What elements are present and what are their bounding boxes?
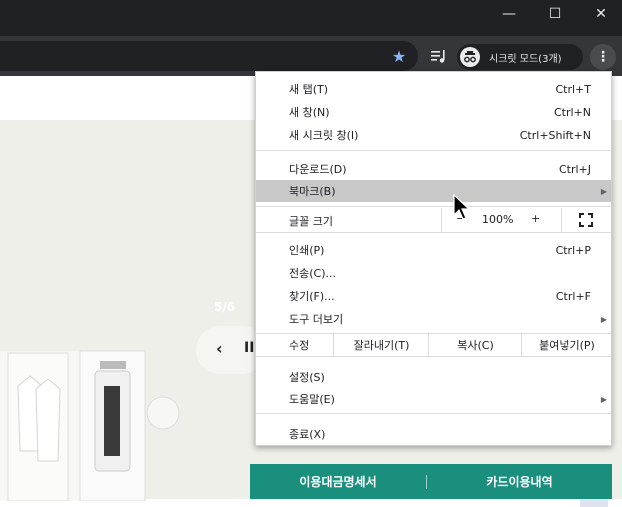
menu-item-downloads[interactable]: 다운로드(D) Ctrl+J (256, 158, 611, 180)
minimize-button[interactable]: — (486, 0, 532, 28)
title-bar: — ☐ ✕ (0, 0, 622, 36)
print-label: 인쇄(P) (289, 244, 325, 257)
slide-counter: 5/6 (214, 300, 236, 314)
edit-label: 수정 (289, 339, 310, 352)
menu-divider (256, 150, 611, 151)
card-usage-button[interactable]: 카드이용내역 (427, 473, 612, 490)
more-menu-icon[interactable]: ⋮ (590, 44, 616, 70)
cast-label: 전송(C)... (289, 267, 336, 280)
submenu-arrow-icon: ▶ (600, 186, 607, 196)
menu-item-bookmarks[interactable]: 북마크(B) ▶ (256, 180, 611, 202)
bookmarks-label: 북마크(B) (289, 185, 336, 198)
find-shortcut: Ctrl+F (555, 289, 591, 303)
find-label: 찾기(F)... (289, 290, 335, 303)
submenu-arrow-icon: ▶ (600, 394, 607, 404)
previous-slide-button[interactable]: ‹ (216, 339, 223, 358)
browser-main-menu: 새 탭(T) Ctrl+T 새 창(N) Ctrl+N 새 시크릿 창(I) C… (255, 71, 612, 446)
maximize-button[interactable]: ☐ (532, 0, 578, 28)
menu-divider (256, 356, 611, 357)
menu-item-new-incognito[interactable]: 새 시크릿 창(I) Ctrl+Shift+N (256, 124, 611, 146)
submenu-arrow-icon: ▶ (600, 314, 607, 324)
close-window-button[interactable]: ✕ (578, 0, 622, 28)
copy-button[interactable]: 복사(C) (428, 334, 522, 356)
new-window-label: 새 창(N) (289, 106, 330, 119)
new-incognito-shortcut: Ctrl+Shift+N (519, 128, 591, 142)
fullscreen-icon (579, 213, 593, 227)
incognito-label: 시크릿 모드(3개) (489, 53, 562, 65)
card-service-bar: 이용대금명세서 카드이용내역 (250, 464, 612, 499)
incognito-icon (460, 47, 480, 67)
star-icon[interactable]: ★ (389, 46, 409, 66)
zoom-level: 100% (482, 213, 514, 226)
menu-item-more-tools[interactable]: 도구 더보기 ▶ (256, 308, 611, 330)
menu-item-new-tab[interactable]: 새 탭(T) Ctrl+T (256, 78, 611, 100)
menu-item-help[interactable]: 도움말(E) ▶ (256, 388, 611, 410)
help-label: 도움말(E) (289, 393, 335, 406)
menu-divider (256, 206, 611, 207)
menu-divider (256, 232, 611, 233)
mouse-cursor-icon (453, 193, 471, 220)
settings-label: 설정(S) (289, 371, 325, 384)
menu-divider (256, 413, 611, 414)
fullscreen-button[interactable] (561, 208, 612, 232)
more-tools-label: 도구 더보기 (289, 313, 344, 326)
pause-slide-button[interactable]: II (244, 340, 254, 356)
menu-item-settings[interactable]: 설정(S) (256, 366, 611, 388)
exit-label: 종료(X) (289, 428, 326, 441)
bubble-decoration (146, 396, 180, 430)
address-bar[interactable] (0, 41, 418, 71)
menu-item-cast[interactable]: 전송(C)... (256, 262, 611, 284)
menu-item-find[interactable]: 찾기(F)... Ctrl+F (256, 285, 611, 307)
menu-item-exit[interactable]: 종료(X) (256, 423, 611, 445)
zoom-label: 글꼴 크기 (289, 215, 333, 228)
downloads-shortcut: Ctrl+J (558, 162, 591, 176)
billing-statement-button[interactable]: 이용대금명세서 (250, 473, 426, 490)
incognito-indicator[interactable]: 시크릿 모드(3개) (457, 44, 583, 70)
downloads-label: 다운로드(D) (289, 163, 347, 176)
new-tab-label: 새 탭(T) (289, 83, 329, 96)
clothing-care-appliance-image (0, 331, 150, 502)
menu-item-print[interactable]: 인쇄(P) Ctrl+P (256, 239, 611, 261)
media-control-icon[interactable] (429, 46, 449, 66)
zoom-in-button[interactable]: + (531, 212, 540, 225)
new-incognito-label: 새 시크릿 창(I) (289, 129, 359, 142)
print-shortcut: Ctrl+P (555, 243, 591, 257)
cut-button[interactable]: 잘라내기(T) (333, 334, 429, 356)
paste-button[interactable]: 붙여넣기(P) (521, 334, 612, 356)
menu-item-new-window[interactable]: 새 창(N) Ctrl+N (256, 101, 611, 123)
new-window-shortcut: Ctrl+N (553, 105, 591, 119)
new-tab-shortcut: Ctrl+T (555, 82, 591, 96)
